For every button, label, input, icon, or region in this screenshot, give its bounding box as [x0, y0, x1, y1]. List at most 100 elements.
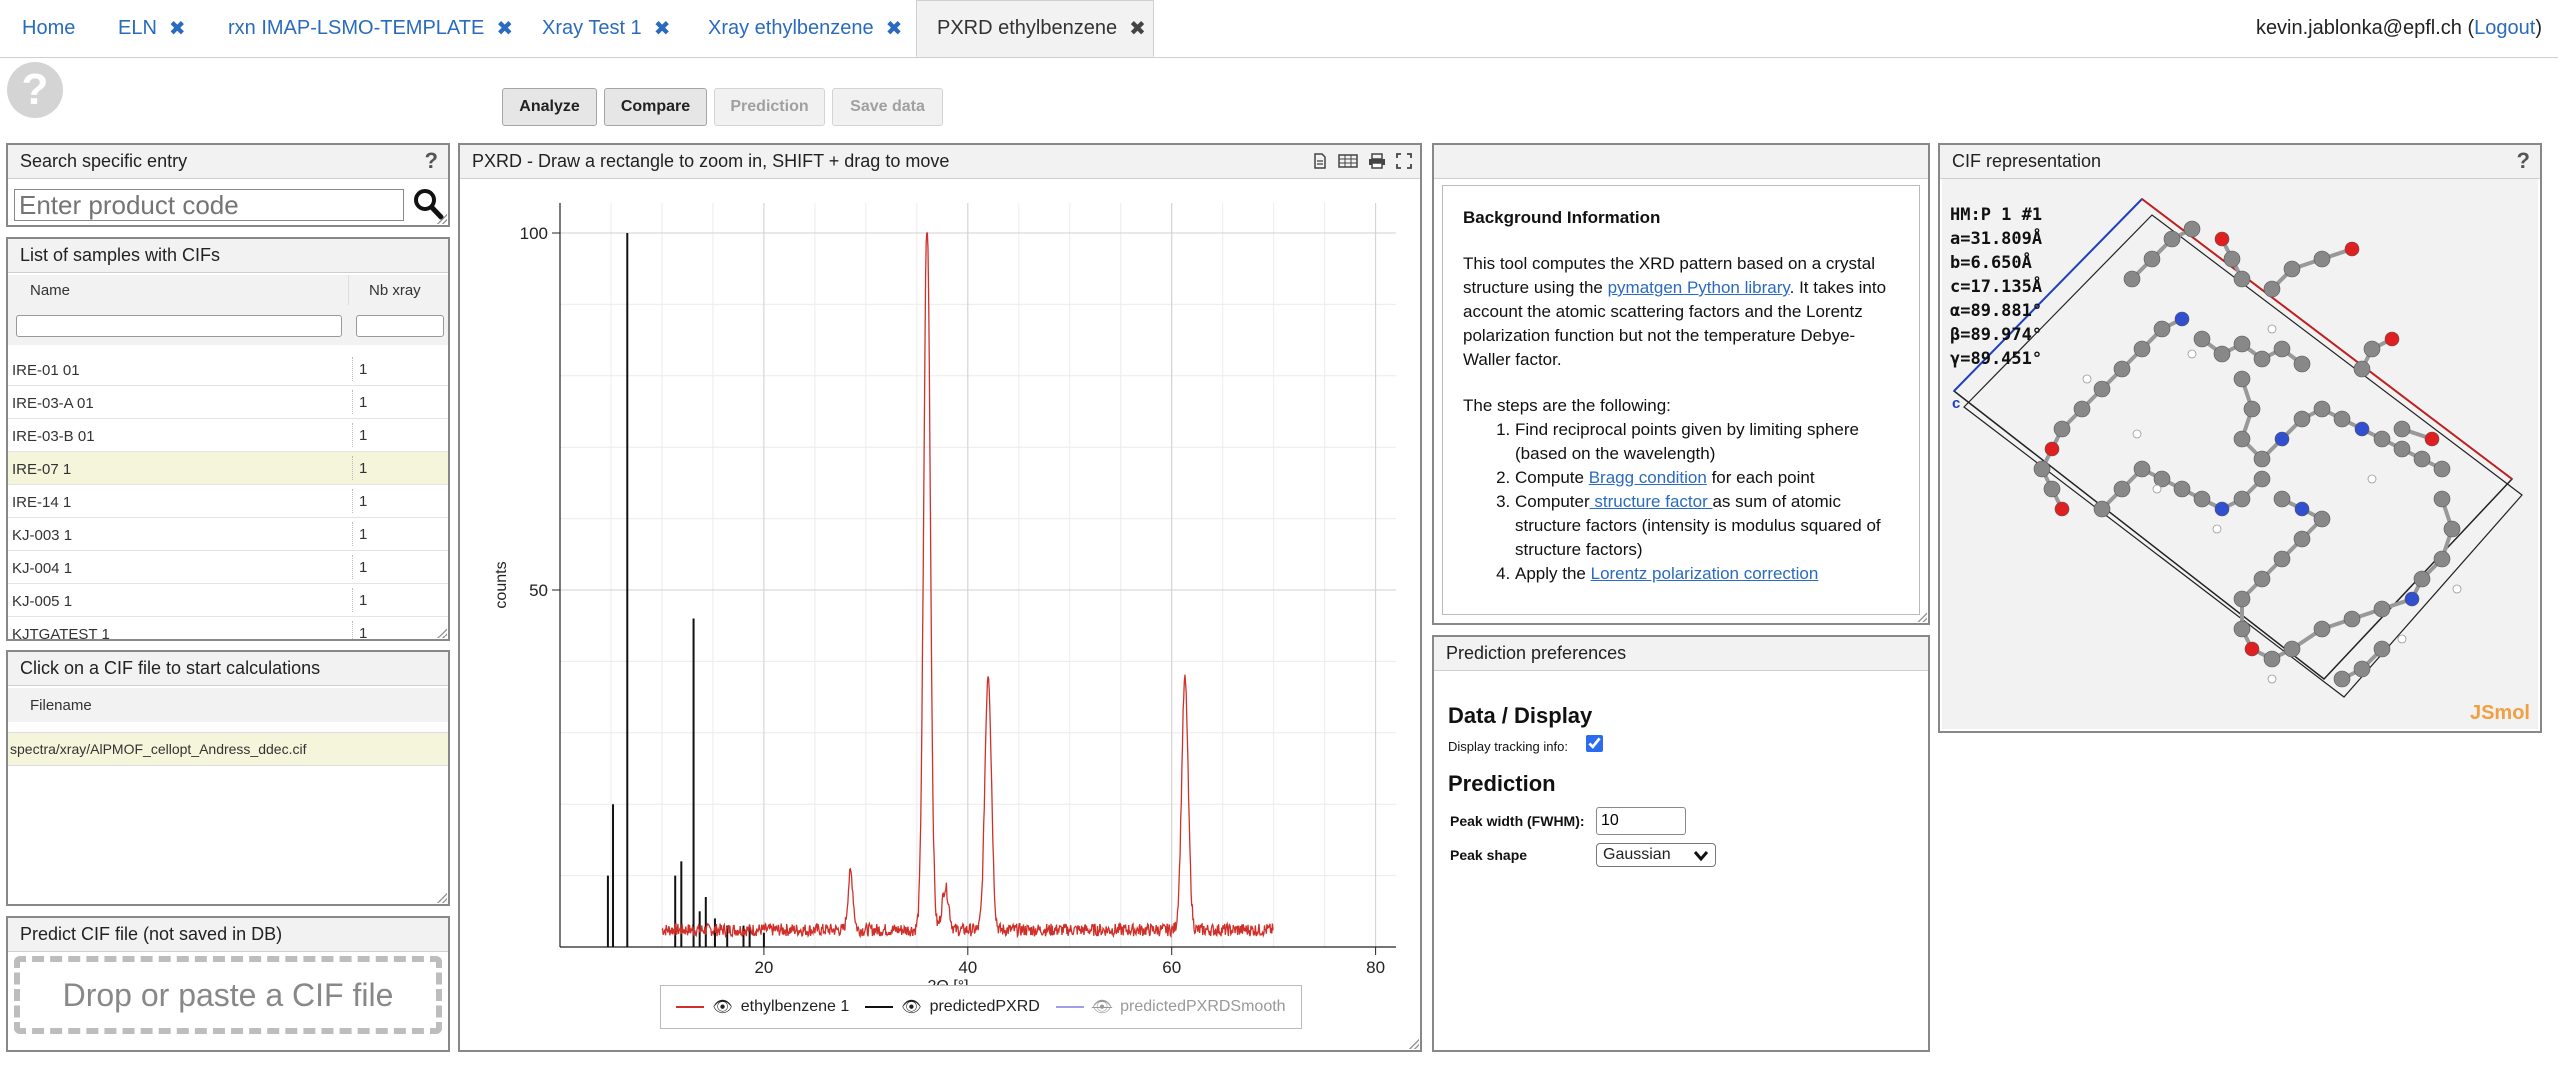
- sample-name: KJ-003 1: [12, 527, 73, 544]
- tab-pxrd-ethylbenzene[interactable]: PXRD ethylbenzene ✖: [916, 0, 1154, 57]
- legend-label: predictedPXRD: [929, 998, 1040, 1015]
- resize-handle[interactable]: [437, 214, 447, 224]
- close-icon[interactable]: ✖: [886, 16, 903, 41]
- resize-handle[interactable]: [437, 893, 447, 903]
- fullscreen-icon[interactable]: [1396, 153, 1412, 169]
- table-row[interactable]: IRE-07 1 1: [8, 452, 448, 485]
- info-heading: Background Information: [1463, 208, 1661, 227]
- cif-drop-zone[interactable]: Drop or paste a CIF file: [14, 956, 442, 1034]
- tab-label: PXRD ethylbenzene: [937, 17, 1118, 39]
- table-row[interactable]: KJ-004 1 1: [8, 551, 448, 584]
- filter-name-input[interactable]: [16, 315, 342, 337]
- search-input[interactable]: [14, 189, 404, 221]
- tab-home[interactable]: Home: [22, 0, 75, 56]
- atom: [2243, 400, 2261, 418]
- atom: [2393, 420, 2411, 438]
- sample-nb-xray: 1: [352, 489, 367, 513]
- help-icon[interactable]: ?: [425, 148, 438, 174]
- atom: [2344, 241, 2360, 257]
- tab-xray-test[interactable]: Xray Test 1 ✖: [542, 0, 670, 56]
- atom: [2123, 270, 2141, 288]
- resize-handle[interactable]: [1409, 1039, 1419, 1049]
- column-header-name[interactable]: Name: [8, 275, 348, 305]
- sample-nb-xray: 1: [352, 621, 367, 639]
- cif-file-row[interactable]: spectra/xray/AlPMOF_cellopt_Andress_ddec…: [8, 732, 448, 766]
- cell-line: a=31.809Å: [1950, 229, 2043, 249]
- cell-line: HM:P 1 #1: [1950, 205, 2043, 225]
- close-icon[interactable]: ✖: [169, 16, 186, 41]
- unit-cell-info: HM:P 1 #1 a=31.809Å b=6.650Å c=17.135Å α…: [1950, 203, 2042, 371]
- table-row[interactable]: IRE-03-B 01 1: [8, 419, 448, 452]
- tab-rxn-imap[interactable]: rxn IMAP-LSMO-TEMPLATE ✖: [228, 0, 513, 56]
- chevron-down-icon: [1693, 851, 1709, 862]
- resize-handle[interactable]: [437, 628, 447, 638]
- resize-handle[interactable]: [1917, 612, 1927, 622]
- table-icon[interactable]: [1338, 153, 1358, 169]
- column-header-filename[interactable]: Filename: [8, 688, 448, 722]
- atom: [2053, 420, 2071, 438]
- pymatgen-link[interactable]: pymatgen Python library: [1608, 278, 1790, 297]
- legend-item-ethylbenzene[interactable]: 👁 ethylbenzene 1: [676, 997, 849, 1017]
- filter-nb-input[interactable]: [356, 315, 444, 337]
- panel-title: CIF representation: [1952, 151, 2102, 171]
- paren: ): [2535, 16, 2542, 39]
- table-row[interactable]: KJTGATEST 1 1: [8, 617, 448, 639]
- column-header-nb-xray[interactable]: Nb xray: [348, 275, 448, 305]
- legend-item-predicted[interactable]: 👁 predictedPXRD: [865, 997, 1040, 1017]
- close-icon[interactable]: ✖: [654, 16, 671, 41]
- atom: [2393, 440, 2411, 458]
- table-row[interactable]: IRE-14 1 1: [8, 485, 448, 518]
- atom: [2283, 260, 2301, 278]
- atom: [2253, 570, 2271, 588]
- tab-label: Xray ethylbenzene: [708, 16, 874, 39]
- bragg-condition-link[interactable]: Bragg condition: [1589, 468, 1707, 487]
- atom: [2233, 430, 2251, 448]
- help-icon[interactable]: ?: [7, 62, 63, 118]
- sample-nb-xray: 1: [352, 357, 367, 381]
- sample-nb-xray: 1: [352, 522, 367, 546]
- atom: [2163, 230, 2181, 248]
- structure-factor-link[interactable]: structure factor: [1590, 492, 1713, 511]
- tracking-checkbox[interactable]: [1586, 735, 1603, 752]
- tab-eln[interactable]: ELN ✖: [118, 0, 186, 56]
- close-icon[interactable]: ✖: [1129, 16, 1146, 41]
- table-row[interactable]: KJ-003 1 1: [8, 518, 448, 551]
- atom: [2433, 550, 2451, 568]
- compare-button[interactable]: Compare: [604, 88, 707, 126]
- logout-link[interactable]: Logout: [2474, 17, 2535, 40]
- jsmol-viewer[interactable]: HM:P 1 #1 a=31.809Å b=6.650Å c=17.135Å α…: [1942, 179, 2538, 729]
- peak-width-input[interactable]: [1596, 807, 1686, 835]
- info-content: Background Information This tool compute…: [1442, 185, 1920, 615]
- table-row[interactable]: IRE-03-A 01 1: [8, 386, 448, 419]
- panel-title: Predict CIF file (not saved in DB): [20, 924, 283, 944]
- atom: [2153, 320, 2171, 338]
- save-data-button[interactable]: Save data: [832, 88, 943, 126]
- section-heading-prediction: Prediction: [1448, 771, 1556, 796]
- sample-name: IRE-03-A 01: [12, 395, 94, 412]
- peak-shape-select[interactable]: Gaussian: [1596, 843, 1716, 867]
- export-file-icon[interactable]: [1312, 153, 1328, 169]
- lorentz-link[interactable]: Lorentz polarization correction: [1591, 564, 1819, 583]
- tab-xray-ethylbenzene[interactable]: Xray ethylbenzene ✖: [708, 0, 902, 56]
- close-icon[interactable]: ✖: [496, 16, 513, 41]
- panel-header: Predict CIF file (not saved in DB): [8, 918, 448, 952]
- sample-name: IRE-01 01: [12, 362, 80, 379]
- print-icon[interactable]: [1368, 153, 1386, 169]
- table-row[interactable]: IRE-01 01 1: [8, 353, 448, 386]
- step-text: for each point: [1706, 468, 1815, 487]
- atom: [2433, 490, 2451, 508]
- step-item: Apply the Lorentz polarization correctio…: [1515, 562, 1899, 586]
- x-tick-label: 20: [754, 958, 773, 977]
- analyze-button[interactable]: Analyze: [502, 88, 597, 126]
- atom: [2443, 520, 2461, 538]
- hydrogen-atom: [2132, 429, 2142, 439]
- x-tick-label: 40: [958, 958, 977, 977]
- atom: [2333, 410, 2351, 428]
- help-icon[interactable]: ?: [2517, 148, 2530, 174]
- legend-swatch: [1055, 1006, 1084, 1008]
- prediction-button[interactable]: Prediction: [714, 88, 825, 126]
- atom: [2143, 250, 2161, 268]
- legend-item-predicted-smooth[interactable]: 👁 predictedPXRDSmooth: [1055, 997, 1286, 1017]
- table-row[interactable]: KJ-005 1 1: [8, 584, 448, 617]
- pxrd-chart[interactable]: 20406080501002Θ [°]counts: [460, 179, 1420, 1009]
